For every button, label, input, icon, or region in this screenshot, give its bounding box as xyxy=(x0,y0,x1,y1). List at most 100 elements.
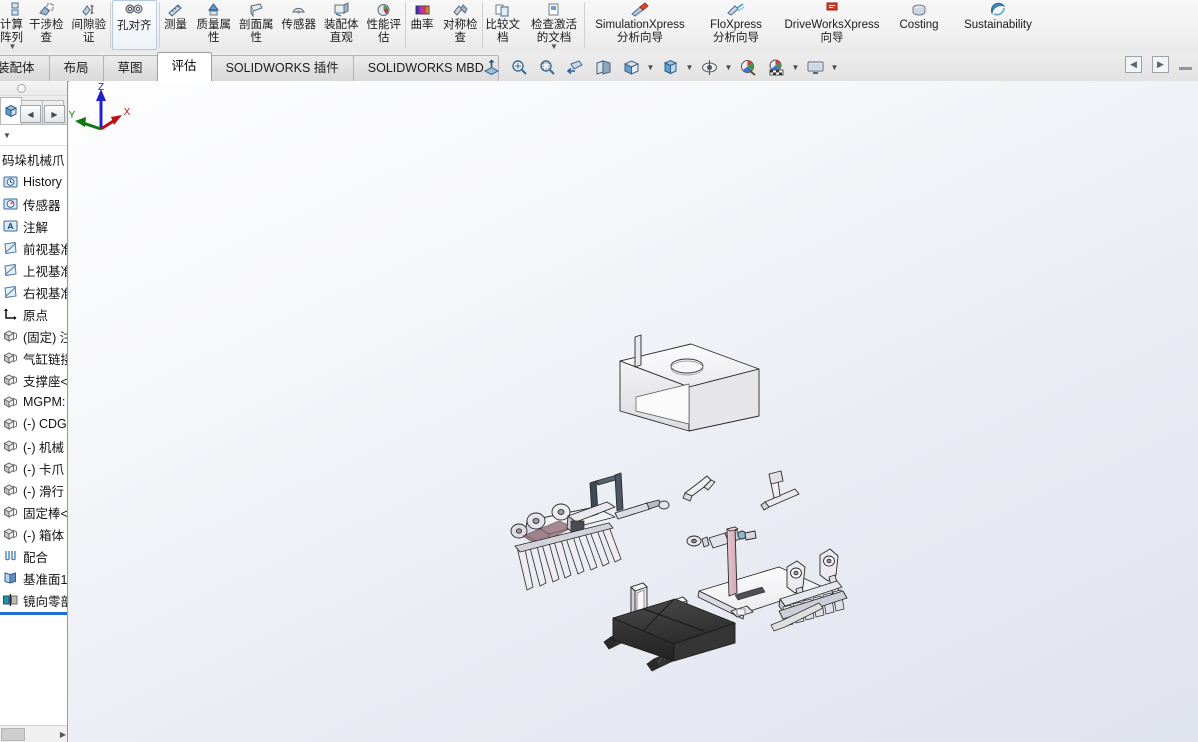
hide-show-caret-icon[interactable]: ▼ xyxy=(724,63,733,72)
tree-item-annotations[interactable]: 注解 xyxy=(0,215,67,237)
section-view-button[interactable] xyxy=(590,55,616,80)
ribbon-button-sensor[interactable]: 传感器 xyxy=(278,0,321,50)
plane-icon xyxy=(2,240,19,256)
ribbon-button-label: 测量 xyxy=(164,19,187,31)
solidworks-window: 计算 阵列 ▼ 干涉检 查 间隙验 证 孔对齐 测量 质量属 性 剖面属 性 传… xyxy=(0,0,1198,742)
scroll-right-icon[interactable]: ▶ xyxy=(60,730,66,739)
view-settings-caret-icon[interactable]: ▼ xyxy=(830,63,839,72)
tree-item-history[interactable]: History xyxy=(0,171,67,193)
tree-horizontal-scrollbar[interactable]: ▶ xyxy=(0,725,67,742)
display-monitor-icon xyxy=(807,61,823,74)
tree-item-label: 气缸链接 xyxy=(23,352,67,367)
plane-icon xyxy=(2,284,19,300)
ribbon-button-compare-documents[interactable]: 比较文 档 xyxy=(482,0,525,50)
chevron-down-icon[interactable]: ▼ xyxy=(550,43,558,51)
display-style-button[interactable] xyxy=(657,55,683,80)
tree-item-component-mgpm[interactable]: MGPM: xyxy=(0,391,67,413)
tree-item-label: History xyxy=(23,175,62,189)
ribbon-button-label: 对称检 查 xyxy=(443,19,478,44)
ribbon-button-measure[interactable]: 测量 xyxy=(159,0,193,50)
ribbon-button-check-active-document[interactable]: 检查激活 的文档 ▼ xyxy=(524,0,584,51)
tree-item-component-slide[interactable]: (-) 滑行 xyxy=(0,479,67,501)
tree-item-mates[interactable]: 配合 xyxy=(0,545,67,567)
annotations-folder-icon xyxy=(2,218,19,234)
ribbon-button-simulationxpress[interactable]: SimulationXpress 分析向导 xyxy=(584,0,696,50)
ribbon-button-symmetry-check[interactable]: 对称检 查 xyxy=(439,0,482,50)
tree-item-front-plane[interactable]: 前视基准 xyxy=(0,237,67,259)
tree-item-right-plane[interactable]: 右视基准 xyxy=(0,281,67,303)
ribbon-button-interference-check[interactable]: 干涉检 查 xyxy=(25,0,68,50)
tree-item-label: 基准面1 xyxy=(23,572,67,587)
ribbon-button-calculate-pattern[interactable]: 计算 阵列 ▼ xyxy=(0,0,25,51)
tab-evaluate[interactable]: 评估 xyxy=(156,52,212,81)
tree-item-mirror-components[interactable]: 镜向零部 xyxy=(0,589,67,611)
tree-item-plane1[interactable]: 基准面1 xyxy=(0,567,67,589)
tab-sketch[interactable]: 草图 xyxy=(102,55,158,81)
tab-solidworks-mbd[interactable]: SOLIDWORKS MBD xyxy=(352,55,499,81)
display-style-caret-icon[interactable]: ▼ xyxy=(685,63,694,72)
ribbon-button-floxpress[interactable]: FloXpress 分析向导 xyxy=(696,0,776,50)
apply-scene-caret-icon[interactable]: ▼ xyxy=(791,63,800,72)
collapse-right-button[interactable]: ▶ xyxy=(1152,56,1169,73)
component-icon xyxy=(2,394,19,410)
edit-appearance-button[interactable] xyxy=(735,55,761,80)
panel-tab-feature-manager[interactable] xyxy=(0,97,22,124)
ribbon-button-label: Costing xyxy=(899,19,939,31)
tree-item-component-mechanical[interactable]: (-) 机械 xyxy=(0,435,67,457)
hide-show-items-button[interactable] xyxy=(696,55,722,80)
ribbon-button-sustainability[interactable]: Sustainability xyxy=(950,0,1046,50)
zoom-to-fit-button[interactable] xyxy=(478,55,504,80)
tree-item-component-cdg[interactable]: (-) CDG xyxy=(0,413,67,435)
chevron-down-icon[interactable]: ▼ xyxy=(9,43,17,51)
tab-layout[interactable]: 布局 xyxy=(48,55,104,81)
ribbon-button-mass-properties[interactable]: 质量属 性 xyxy=(193,0,236,50)
pin-icon[interactable] xyxy=(17,84,26,93)
command-tab-bar: 装配体 布局 草图 评估 SOLIDWORKS 插件 SOLIDWORKS MB… xyxy=(0,52,1198,82)
ribbon-button-costing[interactable]: Costing xyxy=(888,0,950,50)
magnifier-button[interactable] xyxy=(534,55,560,80)
triad-x-label: X xyxy=(124,107,131,118)
calculate-pattern-icon xyxy=(4,1,20,18)
tree-item-label: 镜向零部 xyxy=(23,594,67,609)
ribbon-button-curvature[interactable]: 曲率 xyxy=(405,0,439,50)
section-properties-icon xyxy=(248,1,265,18)
ribbon-button-section-properties[interactable]: 剖面属 性 xyxy=(235,0,278,50)
part-mini-cylinder xyxy=(686,529,757,549)
ribbon-button-clearance-verification[interactable]: 间隙验 证 xyxy=(68,0,111,50)
tree-item-component-fixed[interactable]: (固定) 注 xyxy=(0,325,67,347)
collapse-left-icon: ◀ xyxy=(1130,59,1137,69)
view-orientation-caret-icon[interactable]: ▼ xyxy=(646,63,655,72)
tree-item-top-plane[interactable]: 上视基准 xyxy=(0,259,67,281)
scrollbar-thumb[interactable] xyxy=(1,727,25,741)
view-orientation-button[interactable] xyxy=(618,55,644,80)
tree-item-component-support[interactable]: 支撑座< xyxy=(0,369,67,391)
nav-forward-button[interactable]: ▶ xyxy=(44,105,65,123)
tree-item-component-claw[interactable]: (-) 卡爪 xyxy=(0,457,67,479)
tab-solidworks-addins[interactable]: SOLIDWORKS 插件 xyxy=(210,55,354,81)
ribbon-button-performance-evaluation[interactable]: 性能评 估 xyxy=(363,0,406,50)
tab-assembly[interactable]: 装配体 xyxy=(0,55,50,81)
component-icon xyxy=(2,460,19,476)
tree-item-component-cylinder-link[interactable]: 气缸链接 xyxy=(0,347,67,369)
feature-manager-panel: ◀ ▶ ▼ 码垛机械爪 History 传感器 注解 前视基 上视基 右视基 原… xyxy=(0,81,68,742)
driveworksxpress-icon xyxy=(822,1,842,18)
nav-back-button[interactable]: ◀ xyxy=(20,105,41,123)
ribbon-button-hole-alignment[interactable]: 孔对齐 xyxy=(112,0,157,50)
tree-item-sensors[interactable]: 传感器 xyxy=(0,193,67,215)
ribbon-button-label: 装配体 直观 xyxy=(324,19,359,44)
tree-item-component-fixed-rod[interactable]: 固定棒< xyxy=(0,501,67,523)
chevron-down-icon[interactable]: ▼ xyxy=(3,131,11,140)
ribbon-button-driveworksxpress[interactable]: DriveWorksXpress 向导 xyxy=(776,0,888,50)
previous-view-button[interactable] xyxy=(562,55,588,80)
ribbon-button-assembly-visualization[interactable]: 装配体 直观 xyxy=(320,0,363,50)
collapse-left-button[interactable]: ◀ xyxy=(1125,56,1142,73)
view-settings-button[interactable] xyxy=(802,55,828,80)
tree-item-origin[interactable]: 原点 xyxy=(0,303,67,325)
tree-root-item[interactable]: 码垛机械爪 xyxy=(0,148,67,171)
tree-drop-indicator xyxy=(0,612,67,615)
graphics-viewport[interactable]: Z Y X xyxy=(69,81,1198,742)
apply-scene-button[interactable] xyxy=(763,55,789,80)
tree-item-component-box[interactable]: (-) 箱体 xyxy=(0,523,67,545)
zoom-to-area-button[interactable] xyxy=(506,55,532,80)
minimize-button[interactable] xyxy=(1179,67,1192,70)
